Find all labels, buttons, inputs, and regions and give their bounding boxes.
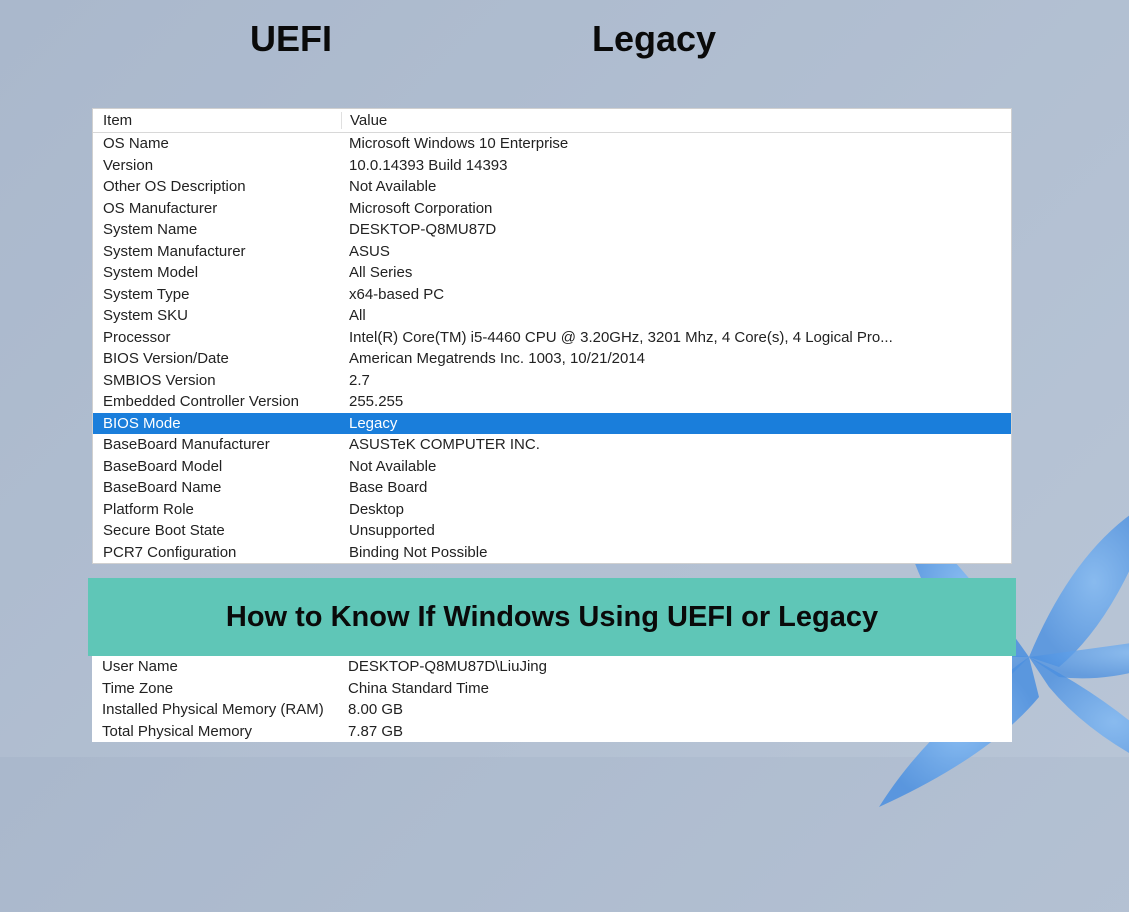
row-item: Installed Physical Memory (RAM) bbox=[92, 699, 340, 721]
table-row[interactable]: BaseBoard NameBase Board bbox=[93, 477, 1011, 499]
row-item: Secure Boot State bbox=[93, 520, 341, 542]
row-value: 8.00 GB bbox=[340, 699, 1012, 721]
row-item: Platform Role bbox=[93, 499, 341, 521]
row-item: Time Zone bbox=[92, 678, 340, 700]
row-item: BaseBoard Name bbox=[93, 477, 341, 499]
row-value: DESKTOP-Q8MU87D\LiuJing bbox=[340, 656, 1012, 678]
row-value: ASUSTeK COMPUTER INC. bbox=[341, 434, 1011, 456]
row-item: System Type bbox=[93, 284, 341, 306]
title-banner: How to Know If Windows Using UEFI or Leg… bbox=[88, 578, 1016, 656]
table-row[interactable]: BIOS Version/DateAmerican Megatrends Inc… bbox=[93, 348, 1011, 370]
row-value: Base Board bbox=[341, 477, 1011, 499]
header-uefi-label: UEFI bbox=[250, 18, 332, 60]
table-row[interactable]: PCR7 ConfigurationBinding Not Possible bbox=[93, 542, 1011, 564]
row-value: Intel(R) Core(TM) i5-4460 CPU @ 3.20GHz,… bbox=[341, 327, 1011, 349]
row-value: Microsoft Corporation bbox=[341, 198, 1011, 220]
row-value: Unsupported bbox=[341, 520, 1011, 542]
row-value: Not Available bbox=[341, 456, 1011, 478]
column-header-item[interactable]: Item bbox=[93, 112, 341, 129]
row-item: System Model bbox=[93, 262, 341, 284]
system-info-panel: Item Value OS NameMicrosoft Windows 10 E… bbox=[92, 108, 1012, 564]
table-row[interactable]: Platform RoleDesktop bbox=[93, 499, 1011, 521]
table-row[interactable]: Embedded Controller Version255.255 bbox=[93, 391, 1011, 413]
header-labels: UEFI Legacy bbox=[0, 0, 1129, 60]
row-value: DESKTOP-Q8MU87D bbox=[341, 219, 1011, 241]
table-row[interactable]: System SKUAll bbox=[93, 305, 1011, 327]
row-item: OS Name bbox=[93, 133, 341, 155]
row-value: Not Available bbox=[341, 176, 1011, 198]
table-row[interactable]: System Typex64-based PC bbox=[93, 284, 1011, 306]
table-row[interactable]: Installed Physical Memory (RAM)8.00 GB bbox=[92, 699, 1012, 721]
row-value: ASUS bbox=[341, 241, 1011, 263]
banner-text: How to Know If Windows Using UEFI or Leg… bbox=[226, 601, 878, 634]
rows-container: OS NameMicrosoft Windows 10 EnterpriseVe… bbox=[93, 133, 1011, 563]
table-row[interactable]: User NameDESKTOP-Q8MU87D\LiuJing bbox=[92, 656, 1012, 678]
lower-rows-container: User NameDESKTOP-Q8MU87D\LiuJingTime Zon… bbox=[92, 656, 1012, 742]
row-item: SMBIOS Version bbox=[93, 370, 341, 392]
row-item: BaseBoard Model bbox=[93, 456, 341, 478]
row-value: 10.0.14393 Build 14393 bbox=[341, 155, 1011, 177]
header-legacy-label: Legacy bbox=[592, 18, 716, 60]
system-info-panel-lower: User NameDESKTOP-Q8MU87D\LiuJingTime Zon… bbox=[92, 656, 1012, 742]
row-value: Desktop bbox=[341, 499, 1011, 521]
row-value: Microsoft Windows 10 Enterprise bbox=[341, 133, 1011, 155]
column-header-value[interactable]: Value bbox=[341, 112, 1011, 129]
row-value: x64-based PC bbox=[341, 284, 1011, 306]
row-item: System Manufacturer bbox=[93, 241, 341, 263]
table-row[interactable]: Time ZoneChina Standard Time bbox=[92, 678, 1012, 700]
panel-column-headers: Item Value bbox=[93, 109, 1011, 133]
row-item: System Name bbox=[93, 219, 341, 241]
row-value: Legacy bbox=[341, 413, 1011, 435]
row-item: Embedded Controller Version bbox=[93, 391, 341, 413]
row-item: PCR7 Configuration bbox=[93, 542, 341, 564]
row-item: BIOS Version/Date bbox=[93, 348, 341, 370]
table-row[interactable]: OS ManufacturerMicrosoft Corporation bbox=[93, 198, 1011, 220]
row-value: Binding Not Possible bbox=[341, 542, 1011, 564]
row-item: Processor bbox=[93, 327, 341, 349]
table-row[interactable]: BaseBoard ModelNot Available bbox=[93, 456, 1011, 478]
row-item: Total Physical Memory bbox=[92, 721, 340, 743]
table-row[interactable]: Total Physical Memory7.87 GB bbox=[92, 721, 1012, 743]
row-item: System SKU bbox=[93, 305, 341, 327]
table-row[interactable]: BIOS ModeLegacy bbox=[93, 413, 1011, 435]
row-value: 7.87 GB bbox=[340, 721, 1012, 743]
table-row[interactable]: BaseBoard ManufacturerASUSTeK COMPUTER I… bbox=[93, 434, 1011, 456]
table-row[interactable]: Other OS DescriptionNot Available bbox=[93, 176, 1011, 198]
row-value: China Standard Time bbox=[340, 678, 1012, 700]
row-value: All bbox=[341, 305, 1011, 327]
row-item: BaseBoard Manufacturer bbox=[93, 434, 341, 456]
row-item: BIOS Mode bbox=[93, 413, 341, 435]
row-item: OS Manufacturer bbox=[93, 198, 341, 220]
row-value: 255.255 bbox=[341, 391, 1011, 413]
table-row[interactable]: System NameDESKTOP-Q8MU87D bbox=[93, 219, 1011, 241]
table-row[interactable]: OS NameMicrosoft Windows 10 Enterprise bbox=[93, 133, 1011, 155]
row-value: All Series bbox=[341, 262, 1011, 284]
row-item: User Name bbox=[92, 656, 340, 678]
row-value: American Megatrends Inc. 1003, 10/21/201… bbox=[341, 348, 1011, 370]
table-row[interactable]: SMBIOS Version2.7 bbox=[93, 370, 1011, 392]
table-row[interactable]: Secure Boot StateUnsupported bbox=[93, 520, 1011, 542]
row-item: Other OS Description bbox=[93, 176, 341, 198]
table-row[interactable]: ProcessorIntel(R) Core(TM) i5-4460 CPU @… bbox=[93, 327, 1011, 349]
table-row[interactable]: System ModelAll Series bbox=[93, 262, 1011, 284]
table-row[interactable]: System ManufacturerASUS bbox=[93, 241, 1011, 263]
row-item: Version bbox=[93, 155, 341, 177]
row-value: 2.7 bbox=[341, 370, 1011, 392]
table-row[interactable]: Version10.0.14393 Build 14393 bbox=[93, 155, 1011, 177]
